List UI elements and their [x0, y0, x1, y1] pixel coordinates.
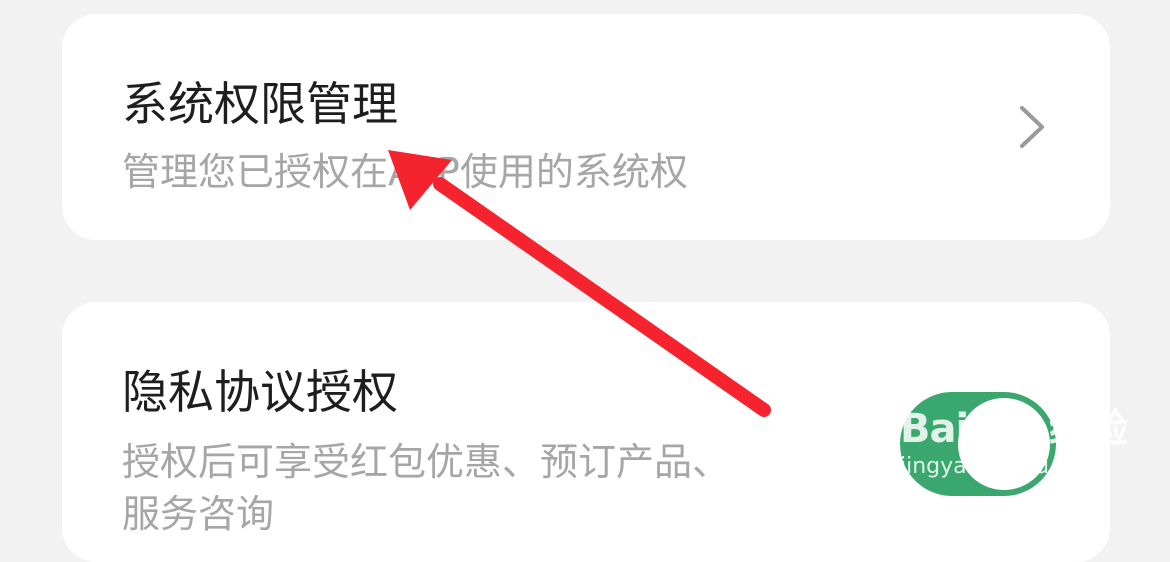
item-subtitle-line-2: 服务咨询 — [122, 492, 275, 536]
baidu-jingyan-watermark: Bai du 经验 jingyan.baidu.com — [900, 396, 1128, 486]
chevron-right-icon — [1020, 106, 1044, 148]
watermark-logo: Bai du 经验 — [900, 406, 1128, 452]
item-title: 系统权限管理 — [122, 77, 398, 131]
watermark-url: jingyan.baidu.com — [900, 454, 1104, 479]
item-title: 隐私协议授权 — [122, 365, 398, 419]
system-permission-management-item[interactable]: 系统权限管理 管理您已授权在APP使用的系统权 — [62, 14, 1110, 240]
item-subtitle: 管理您已授权在APP使用的系统权 — [122, 150, 688, 194]
item-subtitle: 授权后可享受红包优惠、预订产品、 — [122, 440, 731, 484]
